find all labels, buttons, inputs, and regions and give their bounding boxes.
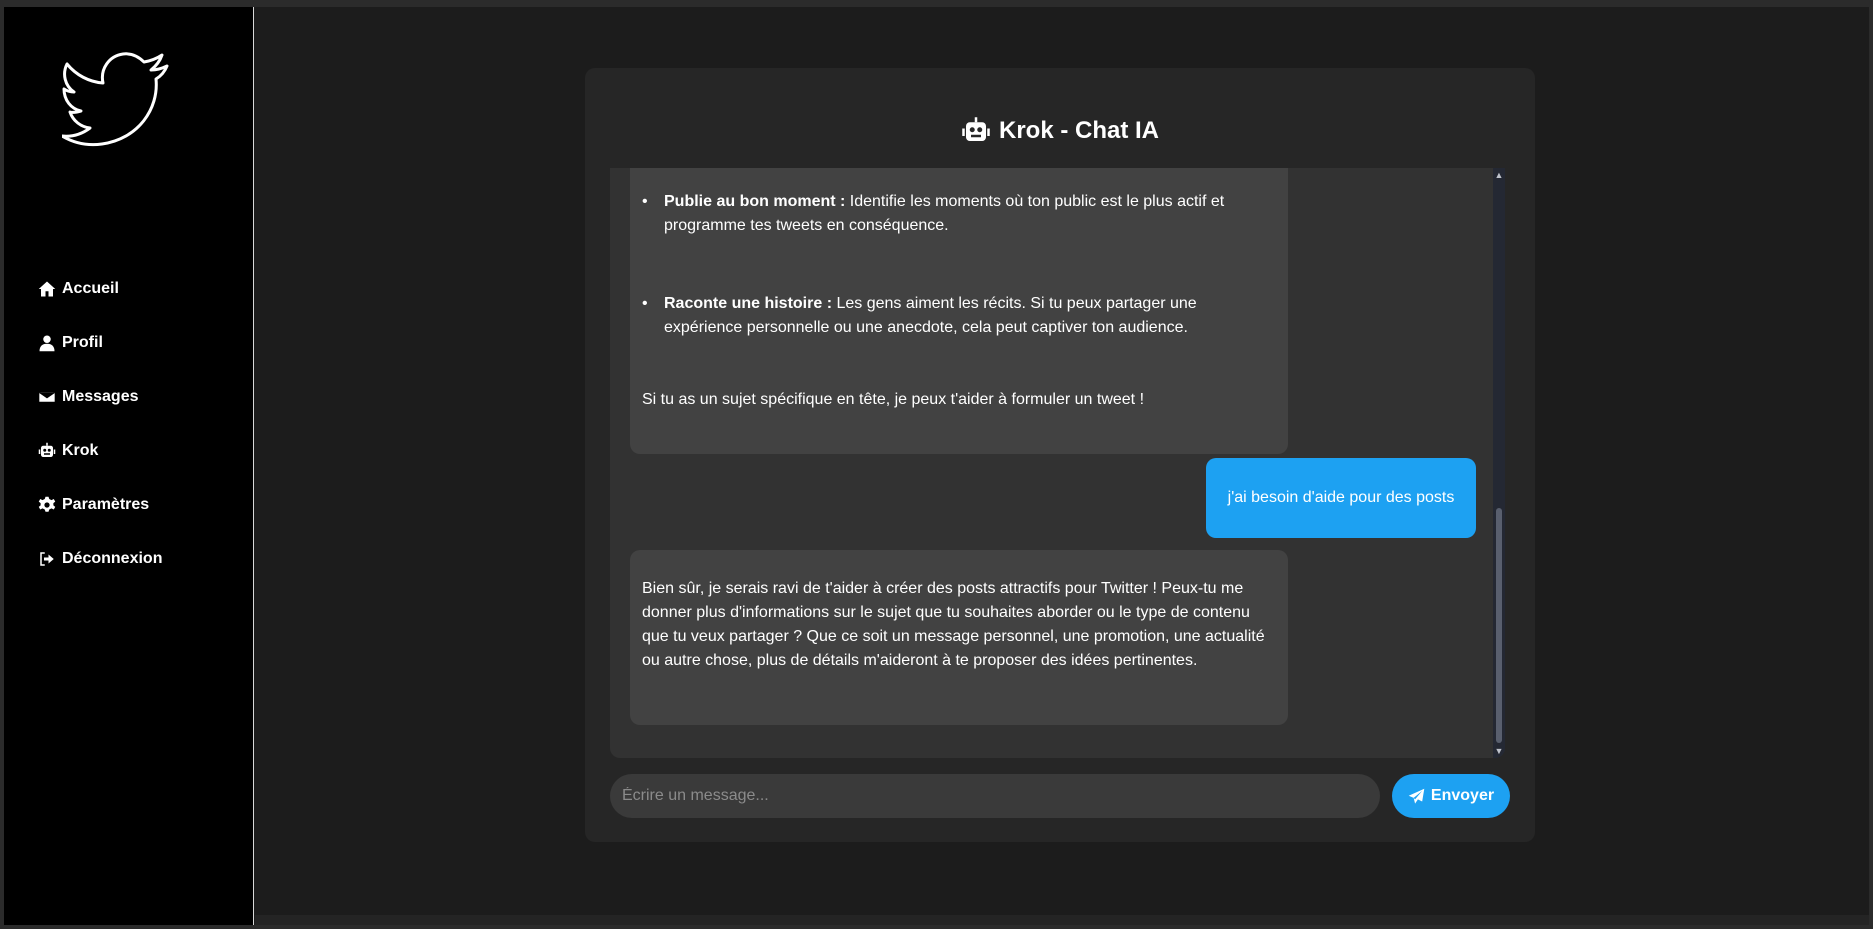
sidebar-item-parametres[interactable]: Paramètres	[38, 493, 162, 517]
message-input[interactable]	[610, 774, 1380, 818]
sidebar-item-profil[interactable]: Profil	[38, 331, 162, 355]
tip-title: Publie au bon moment :	[664, 193, 846, 210]
scroll-down-icon[interactable]: ▼	[1493, 745, 1505, 757]
chat-title-text: Krok - Chat IA	[998, 117, 1159, 144]
robot-icon	[962, 117, 990, 141]
sidebar: Accueil Profil Messages Krok Paramètres …	[4, 7, 254, 925]
user-icon	[39, 335, 55, 352]
chat-scrollbar[interactable]: ▲ ▼	[1493, 168, 1505, 758]
sidebar-item-label: Krok	[62, 442, 99, 459]
home-icon	[38, 281, 56, 297]
send-button[interactable]: Envoyer	[1392, 774, 1510, 818]
sidebar-item-deconnexion[interactable]: Déconnexion	[38, 547, 162, 571]
sign-out-icon	[40, 552, 54, 566]
sidebar-item-label: Accueil	[62, 280, 119, 297]
user-message: j'ai besoin d'aide pour des posts	[1206, 458, 1476, 538]
sidebar-nav: Accueil Profil Messages Krok Paramètres …	[38, 277, 162, 601]
gear-icon	[38, 496, 56, 512]
twitter-bird-icon[interactable]	[60, 52, 172, 147]
sidebar-item-krok[interactable]: Krok	[38, 439, 162, 463]
bot-message: Publie au bon moment : Identifie les mom…	[630, 168, 1288, 454]
send-button-label: Envoyer	[1430, 787, 1495, 804]
bottom-strip	[255, 915, 1869, 925]
scroll-up-icon[interactable]: ▲	[1493, 169, 1505, 181]
robot-icon	[38, 442, 56, 457]
scrollbar-thumb[interactable]	[1496, 508, 1502, 743]
list-item: Publie au bon moment : Identifie les mom…	[642, 190, 1276, 238]
sidebar-item-accueil[interactable]: Accueil	[38, 277, 162, 301]
sidebar-item-label: Déconnexion	[62, 550, 163, 567]
sidebar-item-label: Messages	[62, 388, 139, 405]
paper-plane-icon	[1408, 788, 1425, 804]
sidebar-item-label: Profil	[62, 334, 103, 351]
chat-panel: Krok - Chat IA Publie au bon moment : Id…	[585, 68, 1535, 842]
sidebar-item-messages[interactable]: Messages	[38, 385, 162, 409]
tip-title: Raconte une histoire :	[664, 295, 833, 312]
bot-message: Bien sûr, je serais ravi de t'aider à cr…	[630, 550, 1288, 725]
sidebar-item-label: Paramètres	[62, 496, 150, 513]
bot-message-text: Bien sûr, je serais ravi de t'aider à cr…	[642, 580, 1265, 669]
message-composer: Envoyer	[610, 774, 1510, 818]
chat-messages[interactable]: Publie au bon moment : Identifie les mom…	[610, 168, 1505, 758]
bot-message-text: Si tu as un sujet spécifique en tête, je…	[642, 391, 1145, 408]
envelope-icon	[38, 391, 56, 403]
chat-title: Krok - Chat IA	[585, 116, 1535, 146]
list-item: Raconte une histoire : Les gens aiment l…	[642, 292, 1276, 340]
